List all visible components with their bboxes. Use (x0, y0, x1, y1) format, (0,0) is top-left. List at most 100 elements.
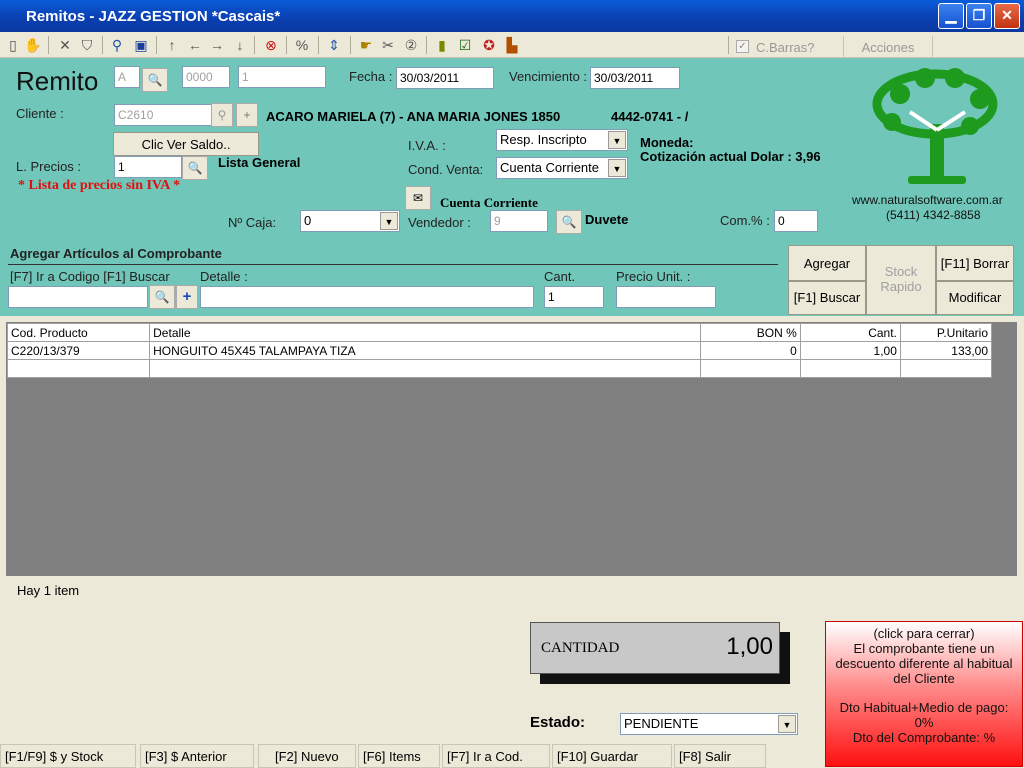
cliente-info: ACARO MARIELA (7) - ANA MARIA JONES 1850 (266, 109, 561, 124)
help-icon[interactable]: ② (402, 36, 420, 54)
cell-bon[interactable]: 0 (699, 341, 801, 360)
col-detalle[interactable]: Detalle (149, 323, 701, 342)
cliente-phone: 4442-0741 - / (611, 109, 689, 124)
tools-icon[interactable]: ✂ (379, 36, 397, 54)
minimize-button[interactable]: ▁ (938, 3, 964, 29)
cell-cant[interactable]: 1,00 (799, 341, 901, 360)
cliente-code-field[interactable]: C2610 (114, 104, 212, 126)
cell-cod-producto[interactable]: C220/13/379 (6, 341, 151, 360)
arrow-left-icon[interactable]: ← (186, 36, 204, 54)
fecha-field[interactable]: 30/03/2011 (396, 67, 494, 89)
numero-field[interactable]: 1 (238, 66, 326, 88)
status-salir[interactable]: [F8] Salir (674, 744, 766, 768)
checklist-icon[interactable]: ☑ (456, 36, 474, 54)
add-cliente-icon[interactable]: + (236, 103, 258, 127)
stock-rapido-button[interactable]: Stock Rapido (866, 245, 936, 315)
vendedor-name: Duvete (585, 212, 629, 227)
new-document-icon[interactable]: ▯ (4, 36, 22, 54)
page-title: Remito (16, 66, 99, 96)
buscar-button[interactable]: [F1] Buscar (788, 281, 866, 315)
punto-venta-field[interactable]: 0000 (182, 66, 230, 88)
codigo-input[interactable] (8, 286, 148, 308)
com-field[interactable]: 0 (774, 210, 818, 232)
section-divider (8, 264, 778, 265)
agregar-section-title: Agregar Artículos al Comprobante (10, 246, 222, 261)
save-icon[interactable]: ▣ (132, 36, 150, 54)
borrar-button[interactable]: [F11] Borrar (936, 245, 1014, 281)
lifebuoy-icon[interactable]: ✪ (480, 36, 498, 54)
fecha-label: Fecha : (349, 69, 393, 84)
vencimiento-field[interactable]: 30/03/2011 (590, 67, 680, 89)
expand-icon[interactable]: ⇕ (325, 36, 343, 54)
delete-icon[interactable]: ✕ (56, 36, 74, 54)
lista-general-text: Lista General (218, 155, 301, 170)
exit-icon[interactable]: ▙ (503, 36, 521, 54)
lprecios-field[interactable]: 1 (114, 156, 182, 178)
cant-input[interactable]: 1 (544, 286, 604, 308)
printer-icon[interactable]: ▮ (433, 36, 451, 54)
search-codigo-icon[interactable]: 🔍 (149, 285, 175, 309)
col-cod-producto[interactable]: Cod. Producto (6, 323, 151, 342)
col-bon[interactable]: BON % (699, 323, 801, 342)
acciones-menu[interactable]: Acciones (843, 36, 933, 58)
vendedor-code-field[interactable]: 9 (490, 210, 548, 232)
chevron-down-icon[interactable]: ▼ (608, 131, 626, 149)
cbarras-checkbox[interactable]: ✓ (736, 40, 749, 53)
caja-label: Nº Caja: (228, 215, 277, 230)
close-button[interactable]: ✕ (994, 3, 1020, 29)
toolbar-separator (254, 36, 255, 54)
iva-select[interactable]: Resp. Inscripto ▼ (496, 129, 628, 151)
agregar-button[interactable]: Agregar (788, 245, 866, 281)
search-lprecios-icon[interactable]: 🔍 (182, 156, 208, 180)
table-row[interactable]: C220/13/379 HONGUITO 45X45 TALAMPAYA TIZ… (6, 341, 993, 360)
detalle-input[interactable] (200, 286, 534, 308)
percent-icon[interactable]: % (293, 36, 311, 54)
cell-detalle[interactable]: HONGUITO 45X45 TALAMPAYA TIZA (149, 341, 701, 360)
arrow-right-icon[interactable]: → (208, 36, 226, 54)
add-codigo-icon[interactable]: + (176, 285, 198, 309)
handshake-icon[interactable]: ☛ (357, 36, 375, 54)
discount-notice[interactable]: (click para cerrar) El comprobante tiene… (825, 621, 1023, 767)
maximize-button[interactable]: ❐ (966, 3, 992, 29)
table-row-empty[interactable] (6, 359, 993, 378)
search-letra-icon[interactable]: 🔍 (142, 68, 168, 92)
arrow-down-icon[interactable]: ↓ (231, 36, 249, 54)
cuenta-corriente-text: Cuenta Corriente (440, 195, 538, 210)
moneda-label: Moneda: (640, 135, 694, 150)
arrow-up-icon[interactable]: ↑ (163, 36, 181, 54)
precio-input[interactable] (616, 286, 716, 308)
chevron-down-icon[interactable]: ▼ (778, 715, 796, 733)
caja-select[interactable]: 0 ▼ (300, 210, 400, 232)
search-icon[interactable]: ⚲ (108, 36, 126, 54)
status-items[interactable]: [F6] Items (358, 744, 440, 768)
status-ir-cod[interactable]: [F7] Ir a Cod. (442, 744, 550, 768)
status-anterior[interactable]: [F3] $ Anterior (140, 744, 254, 768)
condventa-select[interactable]: Cuenta Corriente ▼ (496, 157, 628, 179)
col-punitario[interactable]: P.Unitario (899, 323, 993, 342)
status-guardar[interactable]: [F10] Guardar (552, 744, 672, 768)
notice-close-text[interactable]: (click para cerrar) (826, 626, 1022, 641)
letra-field[interactable]: A (114, 66, 140, 88)
detalle-label: Detalle : (200, 269, 248, 284)
cantidad-value: 1,00 (726, 633, 773, 660)
iva-value: Resp. Inscripto (500, 132, 587, 147)
search-vendedor-icon[interactable]: 🔍 (556, 210, 582, 234)
shield-icon[interactable]: ⛉ (78, 36, 96, 54)
cell-punitario[interactable]: 133,00 (899, 341, 993, 360)
cuenta-corriente-icon[interactable]: ✉ (405, 186, 431, 210)
toolbar-separator (350, 36, 351, 54)
hand-icon[interactable]: ✋ (24, 36, 42, 54)
cancel-icon[interactable]: ⊗ (262, 36, 280, 54)
ver-saldo-button[interactable]: Clic Ver Saldo.. (113, 132, 259, 156)
condventa-value: Cuenta Corriente (500, 160, 599, 175)
status-nuevo[interactable]: [F2] Nuevo (258, 744, 356, 768)
col-cant[interactable]: Cant. (799, 323, 901, 342)
modificar-button[interactable]: Modificar (936, 281, 1014, 315)
chevron-down-icon[interactable]: ▼ (380, 212, 398, 230)
estado-select[interactable]: PENDIENTE ▼ (620, 713, 798, 735)
status-stock[interactable]: [F1/F9] $ y Stock (0, 744, 136, 768)
chevron-down-icon[interactable]: ▼ (608, 159, 626, 177)
website-text: www.naturalsoftware.com.ar (852, 193, 1003, 207)
search-cliente-icon[interactable]: ⚲ (211, 103, 233, 127)
toolbar-separator (426, 36, 427, 54)
